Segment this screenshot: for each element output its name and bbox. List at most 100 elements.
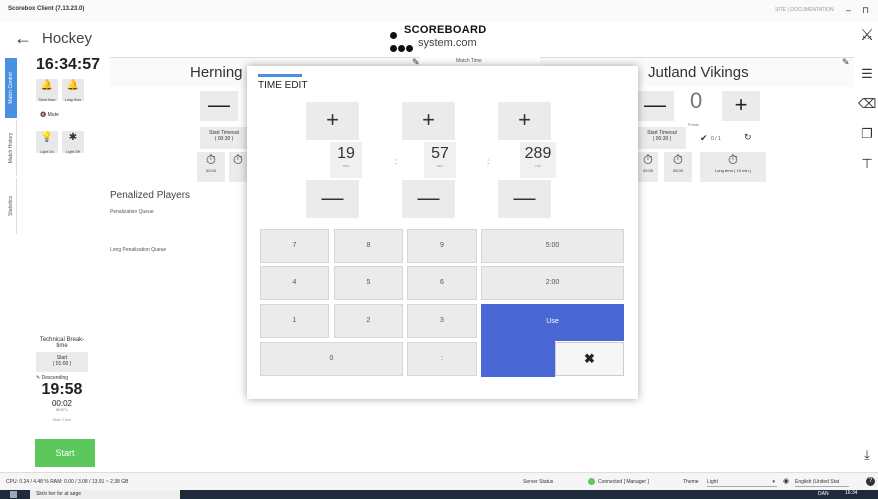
- home-start-timeout[interactable]: Start Timeout ( 00:30 ): [200, 127, 248, 149]
- millis-field[interactable]: 289 ms: [520, 142, 556, 178]
- shirt-icon[interactable]: ⊤: [858, 155, 876, 173]
- minutes-unit: min: [342, 163, 350, 168]
- home-clock-05-button[interactable]: ⏱: [229, 152, 247, 182]
- tab-match-history[interactable]: Match History: [5, 120, 17, 176]
- tab-match-control[interactable]: Match Control: [5, 58, 17, 118]
- logo-dot: [406, 45, 413, 52]
- seconds-field[interactable]: 57 sec: [424, 142, 456, 178]
- connected-dot-icon: [588, 478, 595, 485]
- millis-minus-button[interactable]: —: [498, 180, 551, 218]
- help-icon[interactable]: ?: [866, 477, 875, 486]
- system-stats: CPU: 0.24 / 4.48 % RAM: 0.00 / 3.08 / 13…: [6, 479, 129, 485]
- away-long-term-button[interactable]: ⏱ Long term ( 10 min ): [700, 152, 766, 182]
- break-start-val: ( 01:00 ): [52, 361, 72, 367]
- logo-line2: system.com: [418, 37, 477, 49]
- away-team-name: Jutland Vikings: [648, 64, 749, 81]
- title-bar: Scorebox Client (7.13.23.0) SITE | DOCUM…: [0, 0, 878, 22]
- theme-value: Light: [707, 479, 718, 485]
- list-icon[interactable]: ☰: [858, 65, 876, 83]
- edit-away-icon[interactable]: ✎: [842, 57, 850, 68]
- seconds-value: 57: [431, 145, 449, 162]
- points-label: Points: [688, 122, 700, 127]
- copy-icon[interactable]: ❐: [858, 125, 876, 143]
- time-separator: :: [395, 157, 398, 166]
- taskbar-search[interactable]: Skriv her for at søge: [30, 490, 180, 499]
- minimize-button[interactable]: –: [846, 5, 851, 15]
- reset-icon[interactable]: ↻: [744, 132, 752, 143]
- language-select[interactable]: English (United Stat: [795, 476, 849, 487]
- away-clock-05-button[interactable]: ⏱ 05:00: [664, 152, 692, 182]
- start-button[interactable]: Start: [35, 439, 95, 467]
- light-on-label: Light On: [40, 150, 54, 154]
- windows-icon[interactable]: [10, 491, 17, 498]
- key-8[interactable]: 8: [334, 229, 403, 263]
- preset-5-00-button[interactable]: 5:00: [481, 229, 624, 263]
- short-horn-button[interactable]: 🔔 Short Horn: [36, 79, 58, 102]
- home-clock-02-label: 02:00: [205, 168, 216, 173]
- millis-value: 289: [524, 145, 552, 162]
- use-button-extension[interactable]: [481, 340, 555, 377]
- minutes-value: 19: [337, 145, 355, 162]
- key-7[interactable]: 7: [260, 229, 329, 263]
- use-button[interactable]: Use: [481, 304, 624, 341]
- close-icon[interactable]: ✖: [555, 342, 624, 376]
- dialog-title: TIME EDIT: [258, 80, 308, 91]
- logo-dot: [390, 45, 397, 52]
- eraser-icon[interactable]: ⌫: [858, 95, 876, 113]
- referee-icon[interactable]: ⚔: [858, 27, 876, 45]
- seconds-minus-button[interactable]: —: [402, 180, 455, 218]
- minutes-field[interactable]: 19 min: [330, 142, 362, 178]
- home-minus-button[interactable]: —: [200, 91, 238, 121]
- break-time-block: Technical Break-time Start ( 01:00 ) ✎ D…: [36, 337, 88, 422]
- logo-dot: [398, 45, 405, 52]
- away-long-term-label: Long term ( 10 min ): [714, 168, 751, 173]
- break-sub2-value: 89:57.1: [56, 408, 68, 412]
- key-0[interactable]: 0: [260, 342, 403, 376]
- key-3[interactable]: 3: [407, 304, 477, 338]
- logo-dot: [390, 32, 397, 39]
- break-time-value: 19:58: [41, 381, 83, 398]
- home-clock-02-button[interactable]: ⏱ 02:00: [197, 152, 225, 182]
- taskbar-lang: DAN: [818, 491, 829, 497]
- away-clock-02-label: 02:00: [642, 168, 653, 173]
- user-label: SITE | DOCUMENTATION: [775, 7, 834, 13]
- minutes-minus-button[interactable]: —: [306, 180, 359, 218]
- clock-icon: ⏱: [205, 152, 217, 167]
- away-clock-05-label: 05:00: [672, 168, 683, 173]
- theme-label: Theme: [683, 479, 699, 485]
- key-1[interactable]: 1: [260, 304, 329, 338]
- theme-select[interactable]: Light ▾: [707, 476, 777, 487]
- key-6[interactable]: 6: [407, 266, 477, 300]
- key-colon[interactable]: :: [407, 342, 477, 376]
- away-minus-button[interactable]: —: [636, 91, 674, 121]
- bulb-icon: 💡: [40, 132, 54, 143]
- key-2[interactable]: 2: [334, 304, 403, 338]
- key-5[interactable]: 5: [334, 266, 403, 300]
- break-start-button[interactable]: Start ( 01:00 ): [36, 352, 88, 372]
- clock-icon: ⏱: [642, 152, 654, 167]
- app: Scorebox Client (7.13.23.0) SITE | DOCUM…: [0, 0, 878, 499]
- long-horn-button[interactable]: 🔔 Long Horn: [62, 79, 84, 102]
- away-plus-button[interactable]: +: [722, 91, 760, 121]
- key-4[interactable]: 4: [260, 266, 329, 300]
- seconds-plus-button[interactable]: +: [402, 102, 455, 140]
- tab-statistics[interactable]: Statistics: [5, 178, 17, 234]
- light-off-button[interactable]: ✱ Light Off: [62, 131, 84, 154]
- back-button[interactable]: ←: [10, 25, 36, 51]
- minutes-plus-button[interactable]: +: [306, 102, 359, 140]
- home-timeout-val: ( 00:30 ): [214, 136, 234, 142]
- clock-icon: ⏱: [672, 152, 684, 167]
- preset-2-00-button[interactable]: 2:00: [481, 266, 624, 300]
- pin-button[interactable]: ⊓: [862, 5, 869, 16]
- light-on-button[interactable]: 💡 Light On: [36, 131, 58, 154]
- penalization-queue-label: Penalization Queue: [110, 209, 154, 215]
- millis-plus-button[interactable]: +: [498, 102, 551, 140]
- chevron-down-icon: ▾: [772, 479, 775, 485]
- key-9[interactable]: 9: [407, 229, 477, 263]
- main-time-label: Main Time: [52, 417, 72, 422]
- away-clock-02-button[interactable]: ⏱ 02:00: [638, 152, 658, 182]
- server-status-label: Server Status: [523, 479, 554, 485]
- download-icon[interactable]: ⤓: [858, 446, 876, 464]
- away-start-timeout[interactable]: Start Timeout ( 00:30 ): [638, 127, 686, 149]
- mute-button[interactable]: 🔇 Mute: [40, 112, 59, 118]
